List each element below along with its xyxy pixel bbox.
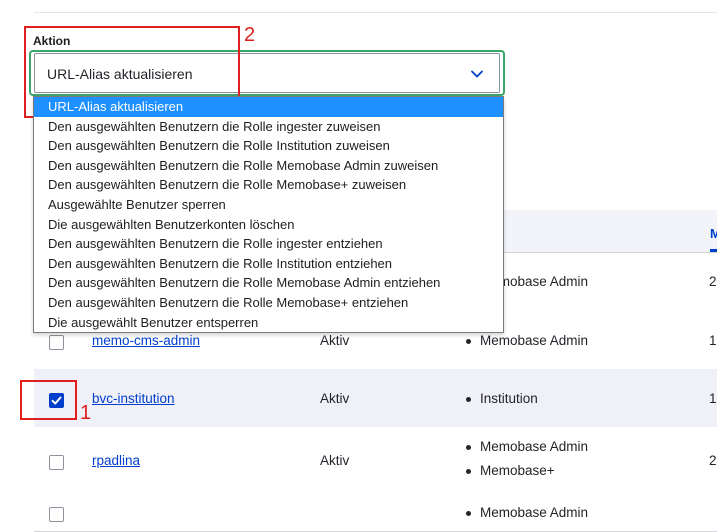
role-item: Institution bbox=[464, 389, 538, 413]
dropdown-option[interactable]: Den ausgewählten Benutzern die Rolle Ins… bbox=[34, 254, 503, 274]
truncated-cell: 1 bbox=[709, 333, 717, 348]
truncated-cell: 2 bbox=[709, 274, 717, 289]
dropdown-option[interactable]: Den ausgewählten Benutzern die Rolle ing… bbox=[34, 234, 503, 254]
annotation-label-1: 1 bbox=[80, 402, 92, 424]
row-select-checkbox[interactable] bbox=[49, 335, 64, 350]
dropdown-option[interactable]: Die ausgewählt Benutzer entsperren bbox=[34, 313, 503, 333]
username-link[interactable]: memo-cms-admin bbox=[92, 333, 200, 348]
action-dropdown-list: URL-Alias aktualisieren Den ausgewählten … bbox=[33, 96, 504, 334]
dropdown-option[interactable]: Den ausgewählten Benutzern die Rolle Mem… bbox=[34, 156, 503, 176]
dropdown-option[interactable]: Den ausgewählten Benutzern die Rolle Ins… bbox=[34, 136, 503, 156]
truncated-cell: 1 bbox=[709, 391, 717, 406]
sort-indicator bbox=[710, 249, 717, 252]
role-item: Memobase+ bbox=[464, 461, 588, 485]
dropdown-option[interactable]: Die ausgewählten Benutzerkonten löschen bbox=[34, 215, 503, 235]
dropdown-option[interactable]: URL-Alias aktualisieren bbox=[34, 97, 503, 117]
dropdown-option[interactable]: Den ausgewählten Benutzern die Rolle Mem… bbox=[34, 273, 503, 293]
roles-list: Memobase Admin bbox=[464, 331, 588, 355]
roles-list: Institution bbox=[464, 389, 538, 413]
role-item: Memobase Admin bbox=[464, 331, 588, 355]
table-header-column[interactable]: M bbox=[710, 226, 717, 241]
dropdown-option[interactable]: Den ausgewählten Benutzern die Rolle ing… bbox=[34, 117, 503, 137]
username-link[interactable]: bvc-institution bbox=[92, 391, 175, 406]
username-link[interactable]: rpadlina bbox=[92, 453, 140, 468]
status-text: Aktiv bbox=[320, 453, 350, 468]
roles-list: Memobase Admin bbox=[464, 503, 588, 527]
table-row[interactable]: bvc-institution Aktiv Institution 1 bbox=[34, 369, 717, 428]
dropdown-option[interactable]: Den ausgewählten Benutzern die Rolle Mem… bbox=[34, 293, 503, 313]
status-text: Aktiv bbox=[320, 333, 350, 348]
role-item: Memobase Admin bbox=[464, 503, 588, 527]
dropdown-option[interactable]: Den ausgewählten Benutzern die Rolle Mem… bbox=[34, 175, 503, 195]
row-select-checkbox[interactable] bbox=[49, 455, 64, 470]
top-panel bbox=[34, 0, 717, 13]
status-text: Aktiv bbox=[320, 391, 350, 406]
table-row[interactable]: Memobase Admin bbox=[34, 491, 717, 532]
role-item: Memobase Admin bbox=[464, 437, 588, 461]
roles-list: Memobase Admin Memobase+ bbox=[464, 437, 588, 485]
annotation-label-2: 2 bbox=[244, 24, 256, 46]
table-row[interactable]: rpadlina Aktiv Memobase Admin Memobase+ 2 bbox=[34, 427, 717, 492]
dropdown-option[interactable]: Ausgewählte Benutzer sperren bbox=[34, 195, 503, 215]
annotation-box-1 bbox=[20, 380, 77, 420]
truncated-cell: 2 bbox=[709, 453, 717, 468]
